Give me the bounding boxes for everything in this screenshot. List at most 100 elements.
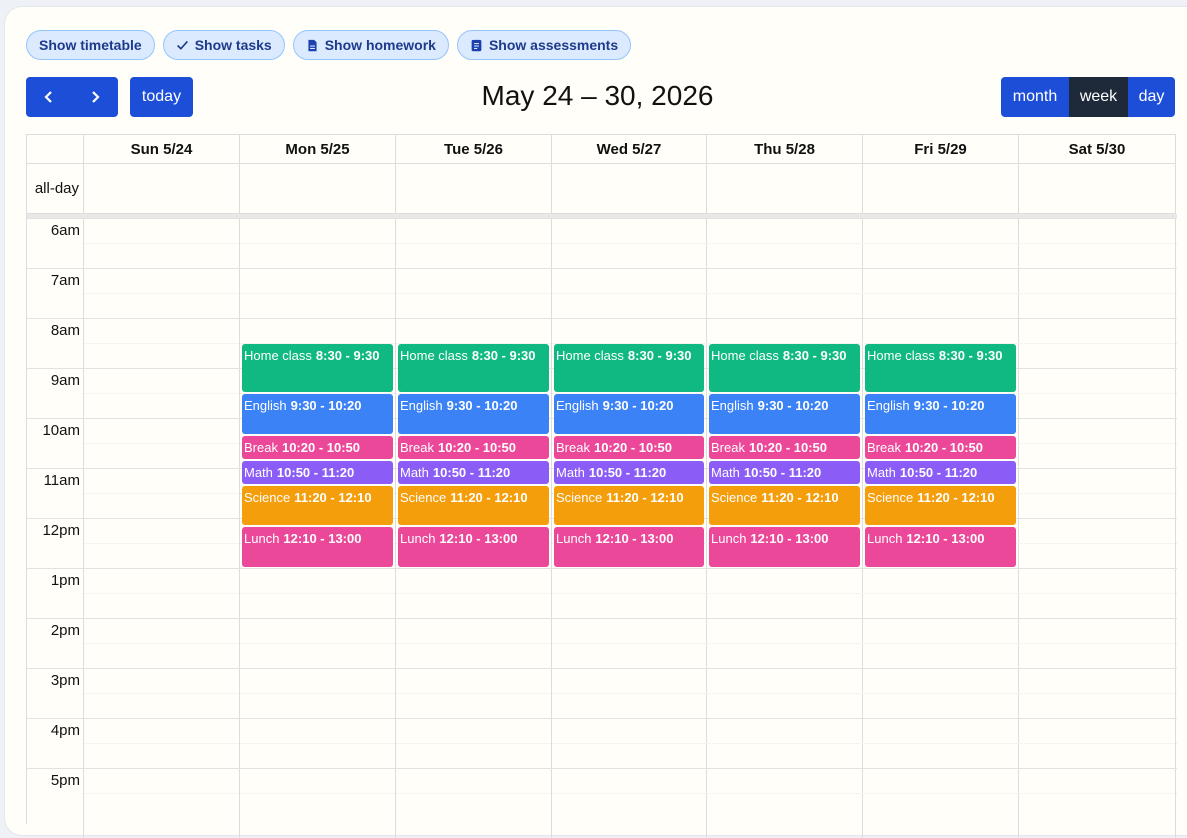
timetable-event[interactable]: Math 10:50 - 11:20 [865, 460, 1016, 484]
timetable-event[interactable]: English 9:30 - 10:20 [865, 394, 1016, 434]
time-label: 2pm [50, 622, 80, 639]
allday-cell[interactable] [863, 164, 1019, 214]
event-time: 10:20 - 10:50 [593, 439, 673, 455]
event-title: Break [867, 439, 901, 455]
show-timetable-button[interactable]: Show timetable [26, 30, 155, 60]
show-homework-button[interactable]: Show homework [292, 30, 449, 60]
timetable-event[interactable]: Science 11:20 - 12:10 [709, 485, 860, 526]
allday-cell[interactable] [552, 164, 707, 214]
timetable-event[interactable]: Math 10:50 - 11:20 [242, 460, 393, 484]
timetable-event[interactable]: Home class 8:30 - 9:30 [709, 344, 860, 392]
event-time: 9:30 - 10:20 [446, 398, 518, 413]
day-header[interactable]: Sat 5/30 [1019, 135, 1176, 164]
timetable-event[interactable]: Break 10:20 - 10:50 [554, 435, 704, 459]
day-header[interactable]: Sun 5/24 [84, 135, 240, 164]
day-header[interactable]: Wed 5/27 [552, 135, 707, 164]
day-header[interactable]: Mon 5/25 [240, 135, 396, 164]
nav-button-group [26, 77, 118, 117]
allday-cell[interactable] [240, 164, 396, 214]
allday-cell[interactable] [707, 164, 863, 214]
event-title: Lunch [400, 531, 436, 547]
timetable-event[interactable]: English 9:30 - 10:20 [398, 394, 549, 434]
half-hour-line [84, 593, 1177, 594]
hour-line [27, 568, 1177, 569]
event-time: 9:30 - 10:20 [757, 398, 829, 413]
timetable-event[interactable]: Lunch 12:10 - 13:00 [242, 527, 393, 567]
event-time: 8:30 - 9:30 [782, 348, 847, 363]
chevron-left-icon [44, 91, 52, 103]
week-view-button[interactable]: week [1069, 77, 1128, 117]
show-assessments-button[interactable]: Show assessments [456, 30, 632, 60]
event-title: English [556, 398, 599, 413]
event-title: Science [244, 489, 291, 505]
event-time: 10:50 - 11:20 [588, 464, 667, 480]
timetable-event[interactable]: Home class 8:30 - 9:30 [865, 344, 1016, 392]
event-title: Math [867, 464, 896, 480]
timetable-event[interactable]: Math 10:50 - 11:20 [398, 460, 549, 484]
allday-label: all-day [27, 164, 84, 214]
day-header[interactable]: Tue 5/26 [396, 135, 552, 164]
timetable-event[interactable]: English 9:30 - 10:20 [242, 394, 393, 434]
prev-button[interactable] [26, 90, 72, 104]
filter-label: Show timetable [39, 37, 142, 53]
timetable-event[interactable]: Science 11:20 - 12:10 [242, 485, 393, 526]
timetable-event[interactable]: English 9:30 - 10:20 [554, 394, 704, 434]
event-title: Lunch [556, 531, 592, 547]
event-time: 10:50 - 11:20 [743, 464, 822, 480]
event-title: Math [711, 464, 740, 480]
event-time: 12:10 - 13:00 [439, 531, 518, 547]
next-button[interactable] [72, 90, 118, 104]
timetable-event[interactable]: Break 10:20 - 10:50 [398, 435, 549, 459]
event-time: 12:10 - 13:00 [595, 531, 674, 547]
timetable-event[interactable]: Home class 8:30 - 9:30 [398, 344, 549, 392]
timetable-event[interactable]: Lunch 12:10 - 13:00 [865, 527, 1016, 567]
event-title: Science [400, 489, 447, 505]
event-time: 10:50 - 11:20 [276, 464, 355, 480]
timetable-event[interactable]: Science 11:20 - 12:10 [554, 485, 704, 526]
timetable-event[interactable]: Break 10:20 - 10:50 [865, 435, 1016, 459]
time-label: 9am [50, 372, 80, 389]
allday-cell[interactable] [1019, 164, 1176, 214]
event-time: 11:20 - 12:10 [450, 489, 528, 505]
time-label: 3pm [50, 672, 80, 689]
time-label: 6am [50, 222, 80, 239]
event-time: 11:20 - 12:10 [606, 489, 684, 505]
event-title: English [867, 398, 910, 413]
calendar-title: May 24 – 30, 2026 [481, 80, 714, 111]
allday-cell[interactable] [84, 164, 240, 214]
allday-cell[interactable] [396, 164, 552, 214]
half-hour-line [84, 793, 1177, 794]
timetable-event[interactable]: Break 10:20 - 10:50 [242, 435, 393, 459]
event-time: 12:10 - 13:00 [283, 531, 362, 547]
timetable-event[interactable]: English 9:30 - 10:20 [709, 394, 860, 434]
day-header[interactable]: Thu 5/28 [707, 135, 863, 164]
today-button[interactable]: today [130, 77, 193, 117]
timetable-event[interactable]: Break 10:20 - 10:50 [709, 435, 860, 459]
day-view-button[interactable]: day [1128, 77, 1175, 117]
time-label: 8am [50, 322, 80, 339]
timetable-event[interactable]: Science 11:20 - 12:10 [865, 485, 1016, 526]
timetable-event[interactable]: Math 10:50 - 11:20 [554, 460, 704, 484]
time-label: 5pm [50, 772, 80, 789]
day-column[interactable] [1019, 218, 1176, 838]
hour-line [27, 768, 1177, 769]
month-view-button[interactable]: month [1001, 77, 1069, 117]
timetable-event[interactable]: Science 11:20 - 12:10 [398, 485, 549, 526]
event-time: 9:30 - 10:20 [602, 398, 674, 413]
event-time: 11:20 - 12:10 [761, 489, 839, 505]
timetable-event[interactable]: Home class 8:30 - 9:30 [554, 344, 704, 392]
event-time: 10:20 - 10:50 [437, 439, 517, 455]
week-grid: Sun 5/24 Mon 5/25 Tue 5/26 Wed 5/27 Thu 5/28… [26, 134, 1177, 838]
event-title: English [711, 398, 754, 413]
time-label: 12pm [42, 522, 80, 539]
timetable-event[interactable]: Lunch 12:10 - 13:00 [554, 527, 704, 567]
timetable-event[interactable]: Lunch 12:10 - 13:00 [398, 527, 549, 567]
show-tasks-button[interactable]: Show tasks [162, 30, 285, 60]
day-column[interactable] [84, 218, 240, 838]
time-label: 10am [42, 422, 80, 439]
timetable-event[interactable]: Home class 8:30 - 9:30 [242, 344, 393, 392]
timetable-event[interactable]: Lunch 12:10 - 13:00 [709, 527, 860, 567]
timetable-event[interactable]: Math 10:50 - 11:20 [709, 460, 860, 484]
day-header[interactable]: Fri 5/29 [863, 135, 1019, 164]
event-time: 12:10 - 13:00 [906, 531, 985, 547]
